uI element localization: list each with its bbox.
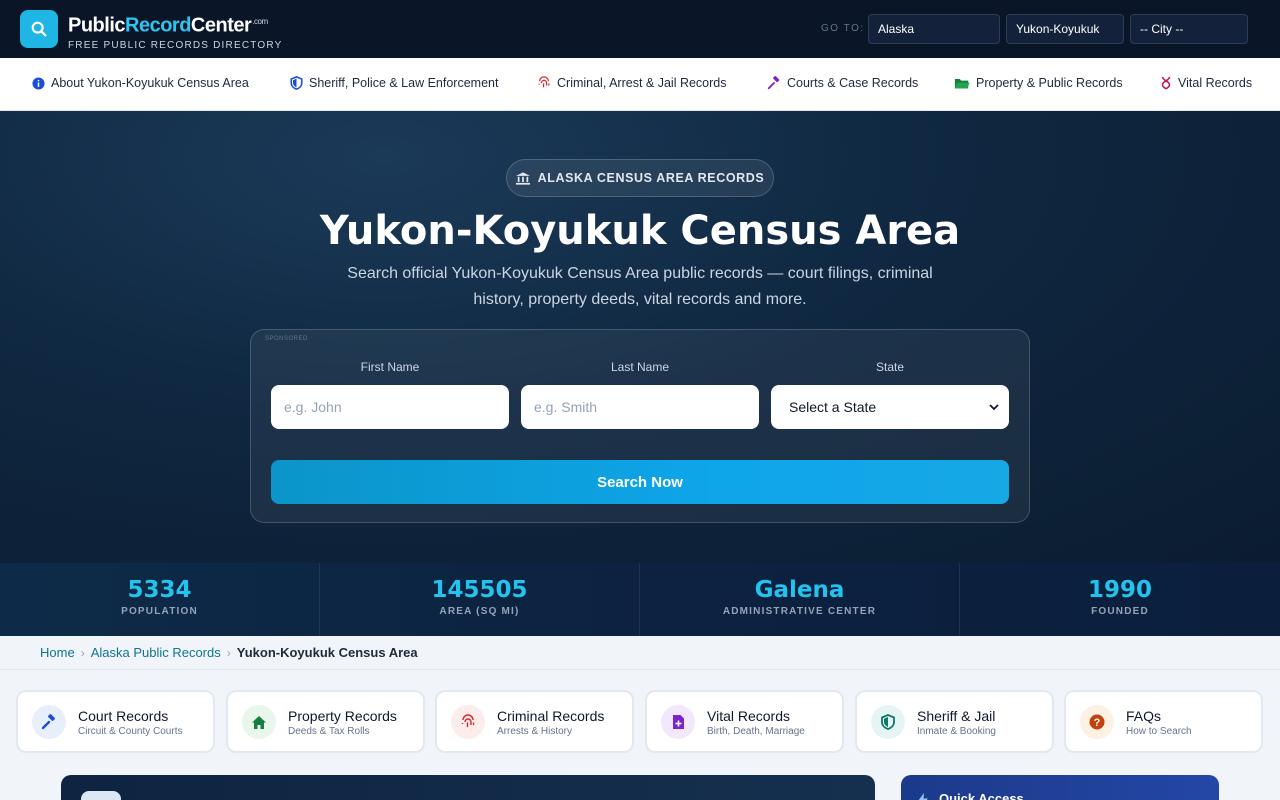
stat-value: 5334: [127, 577, 192, 603]
logo-search-icon[interactable]: [20, 10, 58, 48]
nav-label: About Yukon-Koyukuk Census Area: [51, 76, 249, 90]
first-name-input[interactable]: [271, 385, 509, 429]
state-goto-select[interactable]: Alaska: [868, 14, 1000, 44]
category-subtitle: Deeds & Tax Rolls: [288, 726, 370, 737]
state-select[interactable]: Select a State: [771, 385, 1009, 429]
category-subtitle: Circuit & County Courts: [78, 726, 183, 737]
state-label: State: [875, 360, 905, 374]
last-name-label: Last Name: [610, 360, 670, 374]
stat-admin-center: Galena ADMINISTRATIVE CENTER: [640, 563, 960, 636]
section-nav: About Yukon-Koyukuk Census Area Sheriff,…: [0, 58, 1280, 111]
brand-primary: Public: [68, 14, 126, 37]
svg-text:?: ?: [1094, 717, 1101, 729]
hero-section: ALASKA CENSUS AREA RECORDS Yukon-Koyukuk…: [0, 111, 1280, 563]
category-subtitle: Arrests & History: [497, 726, 573, 737]
panel-icon-chip: [81, 791, 121, 800]
stat-label: AREA (SQ MI): [439, 606, 520, 617]
quick-access-title: Quick Access: [939, 791, 1024, 800]
question-icon: ?: [1080, 705, 1114, 739]
category-card-court[interactable]: Court Records Circuit & County Courts: [16, 690, 215, 753]
stat-label: FOUNDED: [1091, 606, 1149, 617]
last-name-input[interactable]: [521, 385, 759, 429]
search-icon: [31, 21, 47, 37]
category-title: Court Records: [78, 708, 169, 724]
category-title: Sheriff & Jail: [917, 708, 996, 724]
stat-population: 5334 POPULATION: [0, 563, 320, 636]
category-subtitle: Birth, Death, Marriage: [707, 726, 805, 737]
gavel-icon: [32, 705, 66, 739]
state-select-value: Select a State: [789, 399, 877, 415]
brand-name: PublicRecordCenter.com: [68, 11, 282, 37]
stat-founded: 1990 FOUNDED: [960, 563, 1280, 636]
nav-label: Sheriff, Police & Law Enforcement: [309, 76, 499, 90]
stat-label: ADMINISTRATIVE CENTER: [722, 606, 877, 617]
nav-item-about[interactable]: About Yukon-Koyukuk Census Area: [32, 76, 249, 90]
nav-label: Property & Public Records: [976, 76, 1123, 90]
brand-suffix: .com: [252, 17, 268, 26]
quick-access-panel: Quick Access: [901, 775, 1219, 800]
hero-subtitle: Search official Yukon-Koyukuk Census Are…: [347, 265, 933, 308]
first-name-label: First Name: [360, 360, 420, 374]
pill-label: ALASKA CENSUS AREA RECORDS: [537, 171, 765, 185]
county-goto-select[interactable]: Yukon-Koyukuk: [1006, 14, 1124, 44]
top-header: PublicRecordCenter.com FREE PUBLIC RECOR…: [0, 0, 1280, 58]
category-title: Property Records: [288, 708, 397, 724]
city-goto-select[interactable]: -- City --: [1130, 14, 1248, 44]
breadcrumb-home[interactable]: Home: [40, 645, 75, 660]
breadcrumb: Home › Alaska Public Records › Yukon-Koy…: [0, 636, 1280, 670]
nav-label: Criminal, Arrest & Jail Records: [557, 76, 727, 90]
stat-value: 145505: [431, 577, 528, 603]
breadcrumb-current: Yukon-Koyukuk Census Area: [236, 645, 418, 660]
fingerprint-icon: [451, 705, 485, 739]
building-columns-icon: [515, 171, 530, 185]
dna-icon: [1161, 76, 1171, 90]
breadcrumb-separator: ›: [226, 645, 231, 660]
nav-label: Vital Records: [1178, 76, 1253, 90]
file-plus-icon: [661, 705, 695, 739]
home-icon: [242, 705, 276, 739]
goto-label: GO TO:: [821, 23, 865, 34]
category-card-faqs[interactable]: ? FAQs How to Search: [1064, 690, 1263, 753]
shield-icon: [290, 76, 303, 90]
shield-icon: [871, 705, 905, 739]
brand-accent: Record: [125, 14, 191, 37]
sponsored-label: SPONSORED: [265, 336, 308, 342]
breadcrumb-state[interactable]: Alaska Public Records: [91, 645, 221, 660]
brand-tagline: FREE PUBLIC RECORDS DIRECTORY: [68, 39, 283, 51]
stats-bar: 5334 POPULATION 145505 AREA (SQ MI) Gale…: [0, 563, 1280, 636]
stat-value: Galena: [754, 577, 845, 603]
category-card-property[interactable]: Property Records Deeds & Tax Rolls: [226, 690, 425, 753]
gavel-icon: [767, 76, 780, 90]
stat-value: 1990: [1087, 577, 1152, 603]
people-search-form: SPONSORED First Name Last Name State Sel…: [250, 329, 1030, 523]
stat-label: POPULATION: [121, 606, 198, 617]
nav-item-criminal[interactable]: Criminal, Arrest & Jail Records: [537, 76, 727, 90]
stat-area: 145505 AREA (SQ MI): [320, 563, 640, 636]
category-subtitle: Inmate & Booking: [917, 726, 996, 737]
nav-label: Courts & Case Records: [787, 76, 919, 90]
fingerprint-icon: [538, 76, 550, 88]
info-icon: [32, 76, 45, 90]
brand-secondary: Center: [190, 14, 252, 37]
category-title: Criminal Records: [497, 708, 605, 724]
category-card-vital[interactable]: Vital Records Birth, Death, Marriage: [645, 690, 844, 753]
about-panel-header: [61, 775, 875, 800]
page-title: Yukon-Koyukuk Census Area: [319, 208, 961, 254]
nav-item-vital[interactable]: Vital Records: [1160, 76, 1252, 90]
nav-item-sheriff[interactable]: Sheriff, Police & Law Enforcement: [290, 76, 498, 90]
search-now-button[interactable]: Search Now: [271, 460, 1009, 504]
chevron-down-icon: [989, 404, 999, 411]
category-title: FAQs: [1126, 708, 1162, 724]
breadcrumb-separator: ›: [80, 645, 85, 660]
category-card-sheriff[interactable]: Sheriff & Jail Inmate & Booking: [855, 690, 1054, 753]
brand-logo[interactable]: PublicRecordCenter.com FREE PUBLIC RECOR…: [68, 11, 282, 51]
nav-item-courts[interactable]: Courts & Case Records: [767, 76, 918, 90]
category-subtitle: How to Search: [1126, 726, 1192, 737]
category-title: Vital Records: [707, 708, 791, 724]
bolt-icon: [918, 793, 928, 800]
folder-icon: [954, 78, 970, 88]
nav-item-property[interactable]: Property & Public Records: [954, 76, 1123, 90]
census-area-pill: ALASKA CENSUS AREA RECORDS: [506, 159, 774, 197]
category-card-criminal[interactable]: Criminal Records Arrests & History: [435, 690, 634, 753]
